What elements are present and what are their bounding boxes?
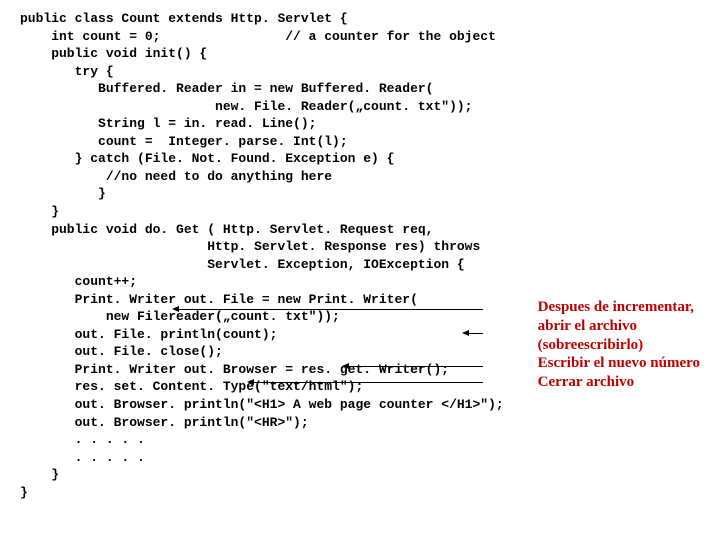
annotation-line: Cerrar archivo: [538, 373, 700, 392]
code-line: }: [20, 203, 700, 221]
annotation-line: Despues de incrementar,: [538, 298, 700, 317]
code-line: int count = 0; // a counter for the obje…: [20, 28, 700, 46]
code-line: new. File. Reader(„count. txt"));: [20, 98, 700, 116]
code-line: out. Browser. println("<H1> A web page c…: [20, 396, 700, 414]
annotation-block: Despues de incrementar, abrir el archivo…: [538, 298, 700, 392]
code-line: out. Browser. println("<HR>");: [20, 414, 700, 432]
annotation-line: Escribir el nuevo número: [538, 354, 700, 373]
arrow-icon: [465, 333, 483, 334]
code-line: public void init() {: [20, 45, 700, 63]
code-block: public class Count extends Http. Servlet…: [20, 10, 700, 501]
code-line: String l = in. read. Line();: [20, 115, 700, 133]
code-line: }: [20, 484, 700, 502]
code-line: public void do. Get ( Http. Servlet. Req…: [20, 221, 700, 239]
code-line: Servlet. Exception, IOException {: [20, 256, 700, 274]
code-line: Buffered. Reader in = new Buffered. Read…: [20, 80, 700, 98]
code-line: Http. Servlet. Response res) throws: [20, 238, 700, 256]
code-line: try {: [20, 63, 700, 81]
arrow-icon: [250, 382, 483, 383]
code-line: count = Integer. parse. Int(l);: [20, 133, 700, 151]
annotation-line: (sobreescribirlo): [538, 336, 700, 355]
arrow-icon: [175, 309, 483, 310]
arrow-icon: [345, 366, 483, 367]
annotation-line: abrir el archivo: [538, 317, 700, 336]
code-line: public class Count extends Http. Servlet…: [20, 10, 700, 28]
code-line: }: [20, 466, 700, 484]
code-line: count++;: [20, 273, 700, 291]
code-line: //no need to do anything here: [20, 168, 700, 186]
code-line: . . . . .: [20, 431, 700, 449]
code-line: . . . . .: [20, 449, 700, 467]
code-line: } catch (File. Not. Found. Exception e) …: [20, 150, 700, 168]
code-line: }: [20, 185, 700, 203]
